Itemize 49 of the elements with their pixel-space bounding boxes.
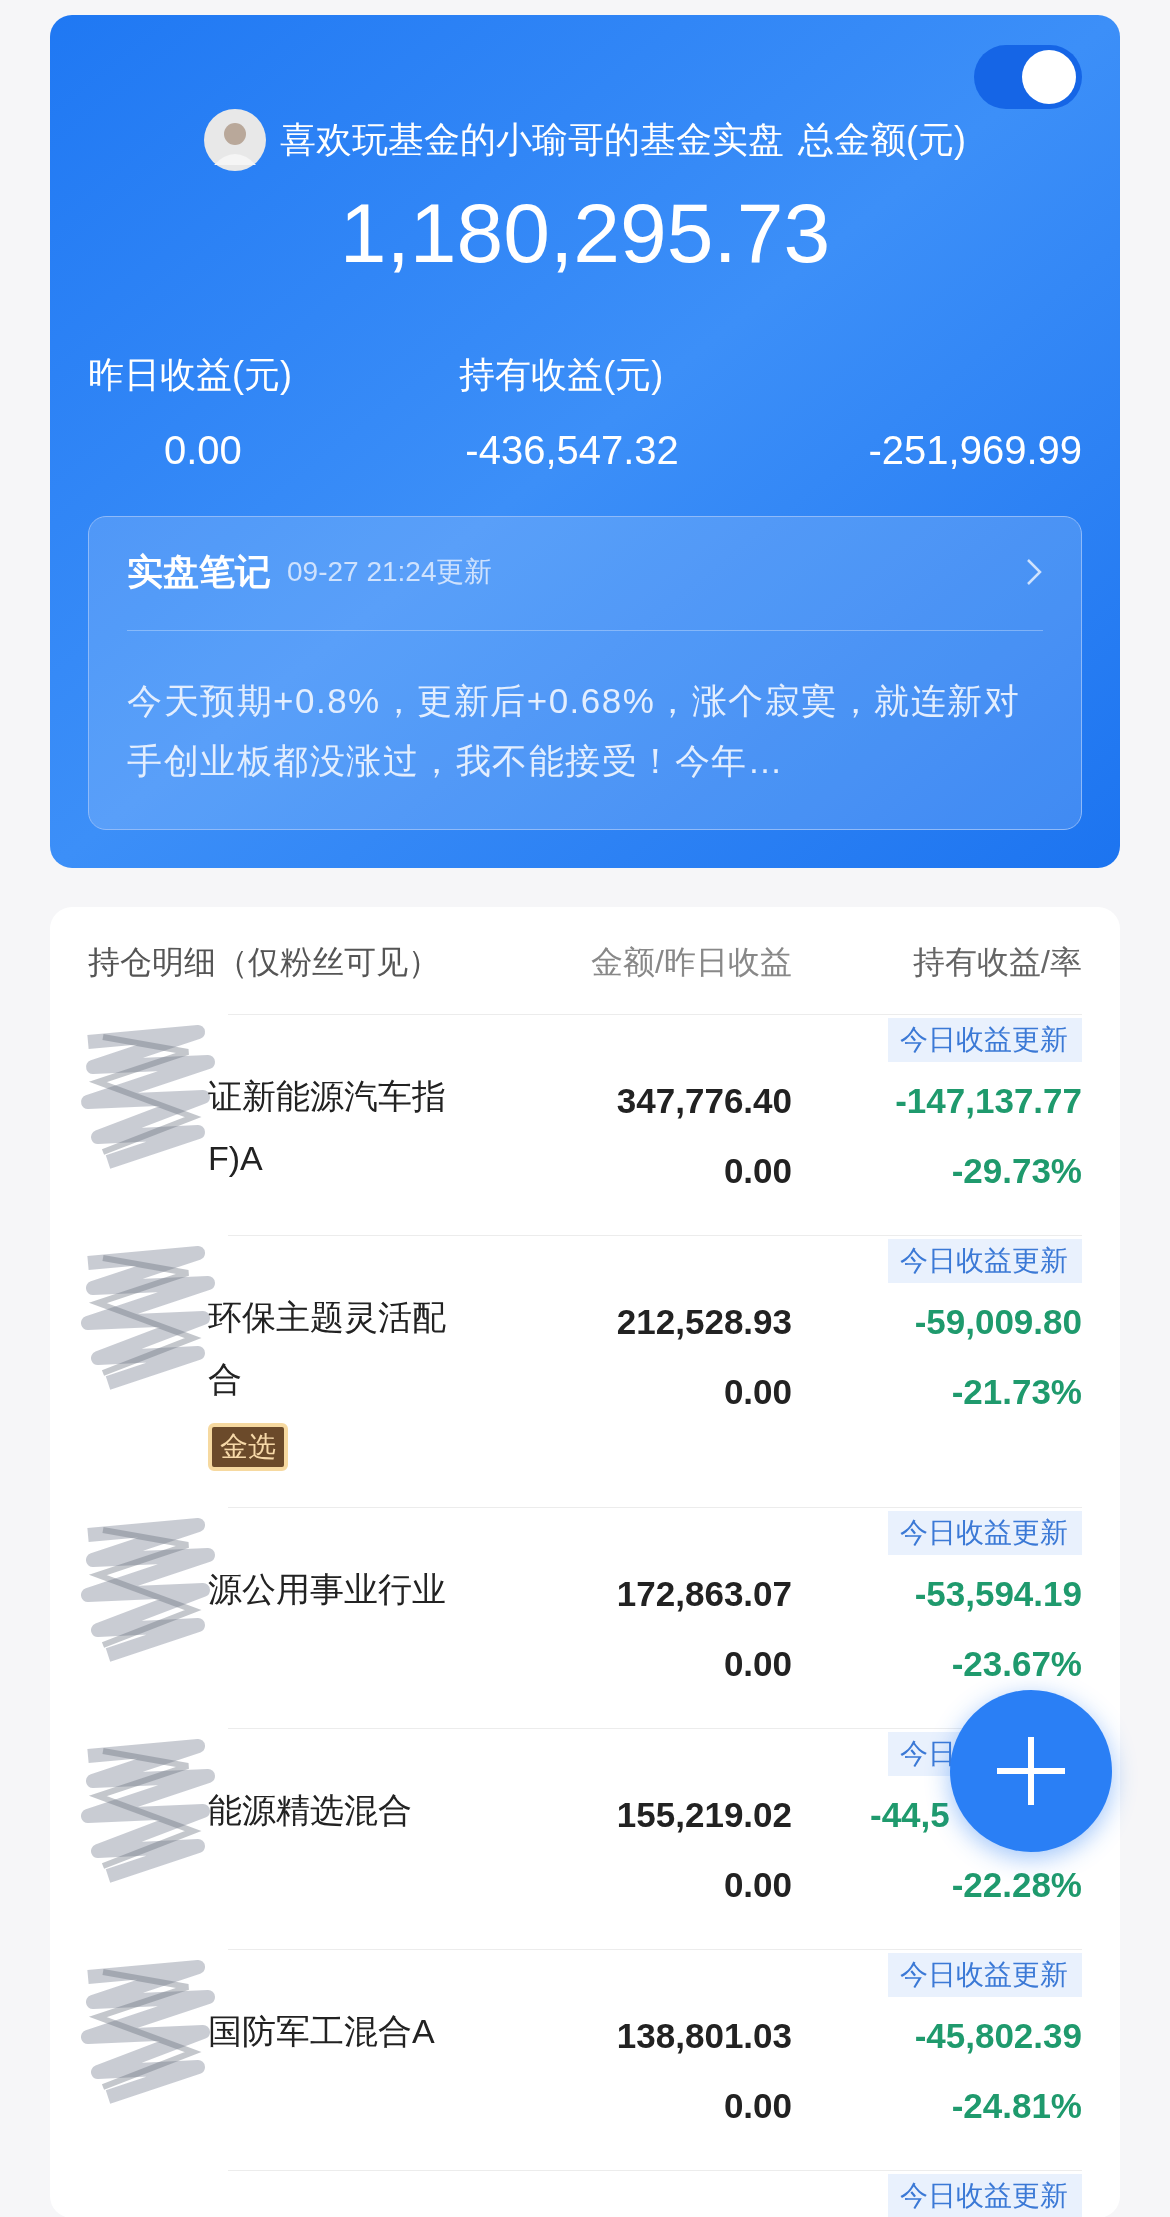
amount-value: 347,776.40 bbox=[616, 1080, 792, 1122]
fund-name[interactable]: 环保主题灵活配 bbox=[208, 1289, 502, 1345]
update-badge: 今日收益更新 bbox=[888, 1018, 1082, 1062]
column-header: 金额/昨日收益 bbox=[590, 943, 792, 982]
profit-rate: -21.73% bbox=[951, 1371, 1082, 1413]
yesterday-value: 0.00 bbox=[723, 1864, 792, 1906]
amount-value: 155,219.02 bbox=[616, 1794, 792, 1836]
profit-rate: -29.73% bbox=[951, 1150, 1082, 1192]
yesterday-value: 0.00 bbox=[723, 1150, 792, 1192]
profit-value: -53,594.19 bbox=[914, 1573, 1082, 1615]
yesterday-value: 0.00 bbox=[723, 1371, 792, 1413]
note-time: 09-27 21:24更新 bbox=[287, 555, 493, 589]
amount-value: 172,863.07 bbox=[616, 1573, 792, 1615]
update-badge: 今日收益更新 bbox=[888, 2174, 1082, 2217]
note-title: 实盘笔记 bbox=[127, 550, 271, 594]
update-badge: 今日收益更新 bbox=[888, 1511, 1082, 1555]
yesterday-value: 0.00 bbox=[723, 1643, 792, 1685]
featured-tag: 金选 bbox=[208, 1423, 288, 1471]
stat-value: -251,969.99 bbox=[867, 427, 1082, 474]
fund-name[interactable]: 证新能源汽车指 bbox=[208, 1068, 502, 1124]
amount-value: 138,801.03 bbox=[616, 2015, 792, 2057]
total-label: 总金额(元) bbox=[798, 118, 966, 162]
chevron-right-icon bbox=[1025, 557, 1043, 587]
amount-value: 212,528.93 bbox=[616, 1301, 792, 1343]
fund-name[interactable]: F)A bbox=[208, 1130, 502, 1186]
stat-label: 持有收益(元) bbox=[459, 353, 664, 397]
stat-label: 昨日收益(元) bbox=[88, 353, 292, 397]
stat-value: -436,547.32 bbox=[464, 427, 679, 474]
column-header: 持仓明细（仅粉丝可见） bbox=[88, 943, 441, 982]
profit-rate: -23.67% bbox=[951, 1643, 1082, 1685]
update-badge: 今日收益更新 bbox=[888, 1239, 1082, 1283]
yesterday-value: 0.00 bbox=[723, 2085, 792, 2127]
note-text: 今天预期+0.8%，更新后+0.68%，涨个寂寞，就连新对手创业板都没涨过，我不能接受！今年… bbox=[127, 680, 1022, 782]
total-amount: 1,180,295.73 bbox=[339, 185, 831, 282]
fund-name[interactable]: 合 bbox=[208, 1351, 502, 1407]
fund-name[interactable]: 国防军工混合A bbox=[208, 2003, 502, 2059]
fund-name[interactable]: 源公用事业行业 bbox=[208, 1561, 502, 1617]
column-header: 持有收益/率 bbox=[912, 943, 1082, 982]
stat-value: 0.00 bbox=[163, 427, 242, 474]
account-title: 喜欢玩基金的小瑜哥的基金实盘 bbox=[280, 118, 784, 162]
profit-value: -44,5 bbox=[870, 1794, 951, 1836]
profit-value: -147,137.77 bbox=[895, 1080, 1082, 1122]
profit-rate: -24.81% bbox=[951, 2085, 1082, 2127]
avatar bbox=[204, 109, 266, 171]
fund-name[interactable]: 能源精选混合 bbox=[208, 1782, 502, 1838]
update-badge: 今日收益更新 bbox=[888, 1953, 1082, 1997]
profit-rate: -22.28% bbox=[951, 1864, 1082, 1906]
profit-value: -45,802.39 bbox=[914, 2015, 1082, 2057]
profit-value: -59,009.80 bbox=[914, 1301, 1082, 1343]
